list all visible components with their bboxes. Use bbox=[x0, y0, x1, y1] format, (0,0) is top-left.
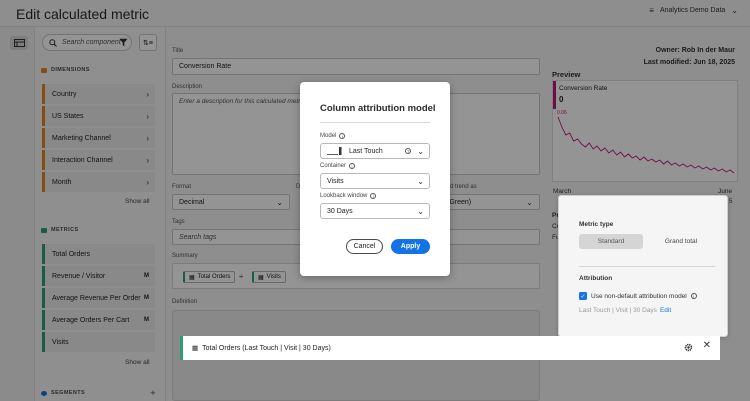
checkbox-checked-icon[interactable]: ✓ bbox=[579, 292, 587, 300]
operator-select[interactable]: ÷ ⌄ bbox=[180, 368, 216, 386]
metric-settings-popover: Metric type Standard Grand total Attribu… bbox=[558, 195, 728, 337]
info-icon[interactable]: i bbox=[349, 163, 356, 169]
container-label: Container i bbox=[320, 163, 356, 169]
definition-metric-row[interactable]: ▦ Total Orders (Last Touch | Visit | 30 … bbox=[180, 336, 720, 360]
chevron-down-icon: ⌄ bbox=[199, 372, 207, 382]
model-select[interactable]: Last Touch ? ⌄ bbox=[320, 143, 430, 159]
last-touch-icon bbox=[327, 147, 342, 155]
chevron-down-icon: ⌄ bbox=[417, 206, 424, 216]
metric-chip-icon: ▦ bbox=[192, 345, 199, 352]
attribution-model-dialog: Column attribution model Model i Last Tou… bbox=[300, 82, 450, 276]
chevron-down-icon: ⌄ bbox=[417, 146, 424, 156]
help-icon[interactable]: ? bbox=[405, 148, 412, 154]
popover-divider bbox=[579, 266, 715, 267]
standard-toggle[interactable]: Standard bbox=[579, 234, 643, 249]
dialog-divider bbox=[320, 122, 430, 123]
grand-total-toggle[interactable]: Grand total bbox=[649, 234, 713, 249]
lookback-select[interactable]: 30 Days ⌄ bbox=[320, 203, 430, 219]
non-default-attribution-checkbox[interactable]: ✓ Use non-default attribution model i bbox=[579, 292, 697, 300]
attribution-label: Attribution bbox=[579, 275, 613, 282]
info-icon[interactable]: i bbox=[339, 133, 346, 139]
container-select[interactable]: Visits ⌄ bbox=[320, 173, 430, 189]
info-icon[interactable]: i bbox=[370, 193, 377, 199]
close-icon[interactable]: ✕ bbox=[703, 340, 711, 351]
dialog-title: Column attribution model bbox=[320, 103, 436, 114]
cancel-button[interactable]: Cancel bbox=[346, 239, 383, 254]
edit-attribution-link[interactable]: Edit bbox=[660, 307, 671, 314]
gear-icon[interactable] bbox=[683, 342, 694, 355]
chevron-down-icon: ⌄ bbox=[417, 176, 424, 186]
metric-type-label: Metric type bbox=[579, 221, 614, 228]
apply-button[interactable]: Apply bbox=[391, 239, 430, 254]
info-icon[interactable]: i bbox=[690, 293, 697, 299]
lookback-label: Lookback window i bbox=[320, 193, 377, 199]
model-label: Model i bbox=[320, 133, 346, 139]
attribution-summary: Last Touch | Visit | 30 Days Edit bbox=[579, 307, 672, 314]
